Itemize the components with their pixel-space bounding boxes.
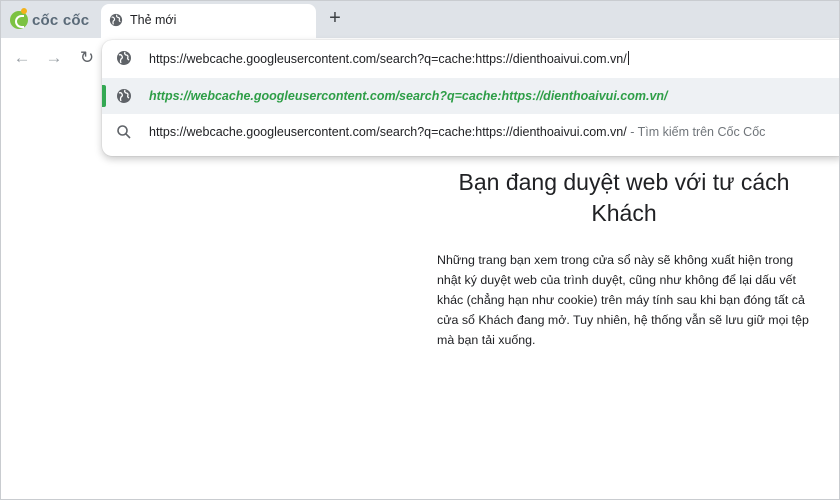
window-border	[0, 0, 840, 500]
